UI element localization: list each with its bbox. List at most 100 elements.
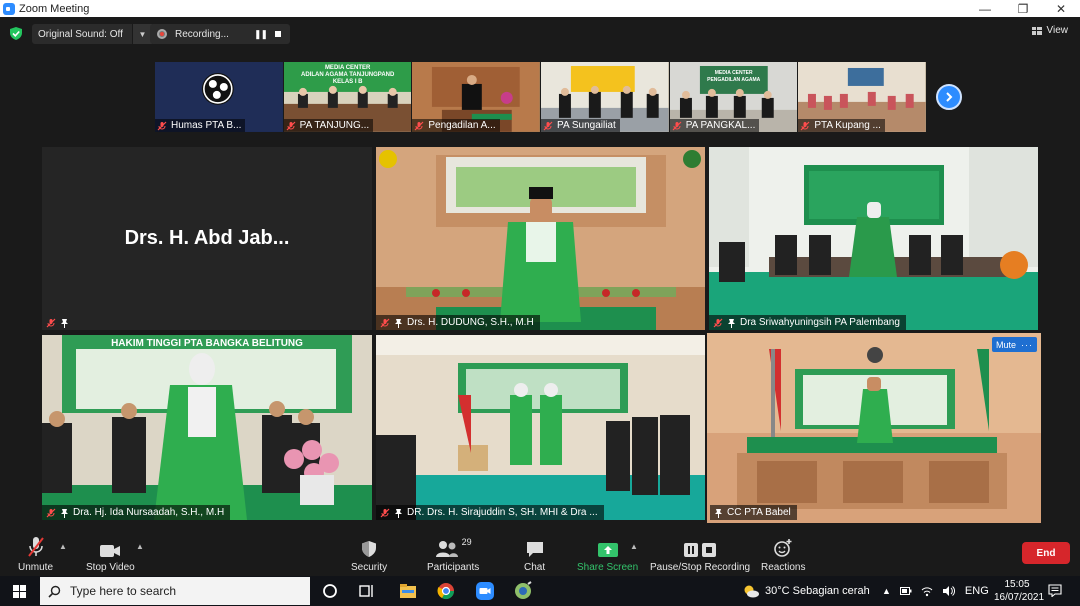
minimize-button[interactable]: —: [966, 2, 1004, 16]
chat-bubble-icon: [526, 542, 543, 557]
windows-taskbar: Type here to search 30°C Sebagian cerah …: [0, 576, 1080, 606]
grid-view-icon: [1031, 26, 1042, 35]
volume-icon[interactable]: [942, 585, 955, 597]
original-sound-label: Original Sound: Off: [38, 28, 123, 40]
tray-overflow-chevron-icon[interactable]: ▲: [882, 586, 891, 596]
thumbnail-pa-sungailiat[interactable]: PA Sungailiat: [541, 62, 669, 132]
end-meeting-button[interactable]: End: [1022, 542, 1070, 564]
next-page-button[interactable]: [936, 84, 962, 110]
shield-check-icon[interactable]: [10, 27, 22, 40]
maximize-button[interactable]: ❐: [1004, 2, 1042, 16]
share-screen-icon: [597, 543, 618, 557]
pin-icon: [714, 508, 723, 518]
close-button[interactable]: ✕: [1042, 2, 1080, 16]
weather-text: 30°C Sebagian cerah: [765, 585, 870, 597]
video-options-chevron-icon[interactable]: ▲: [136, 542, 144, 551]
participants-button[interactable]: 29 Participants: [427, 534, 479, 573]
language-indicator[interactable]: ENG: [965, 585, 989, 597]
tile-label: Dra. Hj. Ida Nursaadah, S.H., M.H: [42, 505, 231, 520]
video-tile-ida-nursaadah[interactable]: HAKIM TINGGI PTA BANGKA BELITUNG Dra. Hj…: [42, 335, 372, 520]
chat-button[interactable]: Chat: [524, 534, 545, 573]
participant-name: CC PTA Babel: [727, 507, 791, 518]
file-explorer-icon[interactable]: [398, 581, 418, 601]
window-controls: — ❐ ✕: [966, 2, 1080, 16]
mic-muted-icon: [414, 121, 424, 131]
pause-recording-icon[interactable]: ❚❚: [254, 29, 268, 40]
video-tile-sirajuddin[interactable]: DR. Drs. H. Sirajuddin S, SH. MHI & Dra …: [376, 335, 705, 520]
mic-muted-icon: [543, 121, 553, 131]
search-icon: [48, 585, 61, 598]
chrome-icon[interactable]: [436, 581, 456, 601]
participant-name: Dra. Hj. Ida Nursaadah, S.H., M.H: [73, 507, 225, 518]
video-camera-icon: [100, 545, 121, 557]
participants-icon: [435, 541, 458, 557]
mute-label: Mute: [995, 339, 1016, 350]
mic-muted-icon: [713, 318, 723, 328]
participants-count: 29: [461, 537, 472, 547]
window-titlebar: Zoom Meeting — ❐ ✕: [0, 0, 1080, 17]
video-tile-sriwahyuningsih[interactable]: Dra Sriwahyuningsih PA Palembang: [709, 147, 1038, 330]
more-options-icon[interactable]: ···: [1021, 340, 1033, 350]
taskbar-clock[interactable]: 15:05 16/07/2021: [994, 578, 1044, 604]
battery-icon[interactable]: [899, 586, 912, 596]
chevron-right-icon: [946, 92, 953, 102]
mic-muted-icon: [46, 318, 56, 328]
weather-widget[interactable]: 30°C Sebagian cerah: [742, 576, 870, 606]
original-sound-button[interactable]: Original Sound: Off ▼: [32, 24, 152, 44]
stop-video-button[interactable]: Stop Video: [86, 534, 135, 573]
windows-start-icon[interactable]: [13, 585, 26, 598]
mute-participant-button[interactable]: Mute ···: [991, 337, 1037, 352]
judge-video-scene: [376, 147, 705, 330]
thumbnail-pa-tanjung[interactable]: MEDIA CENTER ADILAN AGAMA TANJUNGPAND KE…: [283, 62, 412, 132]
share-screen-button[interactable]: Share Screen: [577, 534, 638, 573]
notification-center-icon[interactable]: [1048, 584, 1062, 597]
pause-stop-recording-button[interactable]: Pause/Stop Recording: [650, 534, 750, 573]
audio-options-chevron-icon[interactable]: ▲: [59, 542, 67, 551]
courtroom-video-scene: [707, 333, 1041, 523]
pin-icon: [394, 508, 403, 518]
thumbnail-pa-pangkal[interactable]: MEDIA CENTER PENGADILAN AGAMA PA PANGKAL…: [669, 62, 798, 132]
tile-label: [42, 315, 79, 330]
banner-text: MEDIA CENTER PENGADILAN AGAMA: [707, 70, 761, 83]
thumbnail-label: PTA Kupang ...: [798, 119, 885, 132]
view-label: View: [1046, 25, 1069, 36]
thumbnail-label: PA PANGKAL...: [669, 119, 760, 132]
thumbnail-humas[interactable]: Humas PTA B...: [155, 62, 283, 132]
pin-icon: [60, 318, 69, 328]
pause-stop-icon: [684, 543, 717, 557]
mic-muted-icon: [380, 318, 390, 328]
stop-recording-icon[interactable]: [275, 31, 281, 37]
tile-label: Dra Sriwahyuningsih PA Palembang: [709, 315, 906, 330]
reactions-button[interactable]: Reactions: [761, 534, 805, 573]
banner-text: HAKIM TINGGI PTA BANGKA BELITUNG: [111, 338, 303, 349]
chevron-down-icon[interactable]: ▼: [132, 24, 152, 44]
recording-dot-icon: [157, 29, 167, 39]
cortana-icon[interactable]: [320, 581, 340, 601]
security-button[interactable]: Security: [351, 534, 387, 573]
media-player-icon[interactable]: [513, 581, 533, 601]
meeting-top-bar: Original Sound: Off ▼ Recording... ❚❚ Vi…: [0, 17, 1080, 50]
video-tile-dudung[interactable]: Drs. H. DUDUNG, S.H., M.H: [376, 147, 705, 330]
pin-icon: [60, 508, 69, 518]
participant-strip: Humas PTA B... MEDIA CENTER ADILAN AGAMA…: [155, 62, 927, 132]
participant-name: DR. Drs. H. Sirajuddin S, SH. MHI & Dra …: [407, 507, 598, 518]
thumbnail-label: Pengadilan A...: [412, 119, 500, 132]
tile-label: DR. Drs. H. Sirajuddin S, SH. MHI & Dra …: [376, 505, 604, 520]
reactions-icon: [774, 539, 792, 557]
video-tile-cc-pta-babel[interactable]: Mute ··· CC PTA Babel: [707, 333, 1041, 523]
task-view-icon[interactable]: [357, 581, 377, 601]
thumbnail-pengadilan[interactable]: Pengadilan A...: [412, 62, 541, 132]
video-tile-abd-jab[interactable]: Drs. H. Abd Jab...: [42, 147, 372, 330]
mic-muted-icon: [800, 121, 810, 131]
mic-muted-icon: [672, 121, 682, 131]
thumbnail-label: PA TANJUNG...: [283, 119, 374, 132]
unmute-button[interactable]: Unmute: [18, 534, 53, 573]
zoom-app-icon[interactable]: [475, 581, 495, 601]
taskbar-search-box[interactable]: Type here to search: [40, 577, 310, 605]
view-button[interactable]: View: [1031, 25, 1069, 36]
thumbnail-pta-kupang[interactable]: PTA Kupang ...: [798, 62, 927, 132]
partly-sunny-icon: [744, 585, 759, 598]
share-options-chevron-icon[interactable]: ▲: [630, 542, 638, 551]
search-placeholder: Type here to search: [70, 584, 177, 598]
wifi-icon[interactable]: [921, 585, 933, 597]
